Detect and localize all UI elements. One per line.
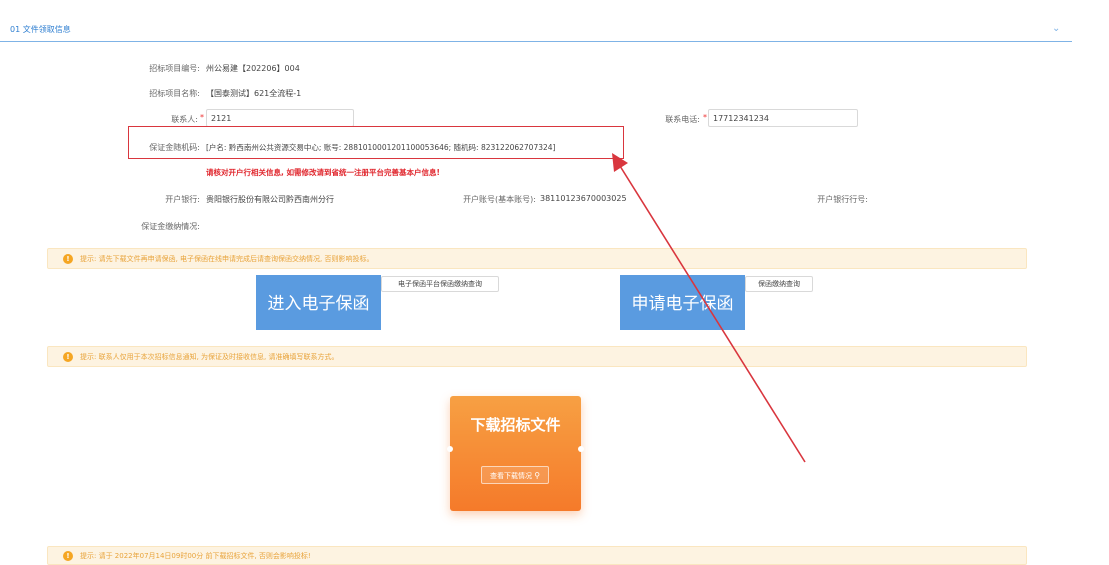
annotation-arrow <box>612 153 806 463</box>
arrow-line <box>619 165 806 463</box>
arrow-head <box>612 153 628 172</box>
